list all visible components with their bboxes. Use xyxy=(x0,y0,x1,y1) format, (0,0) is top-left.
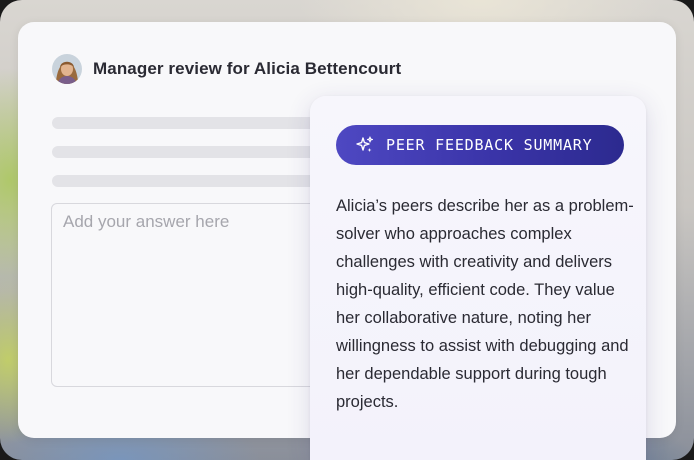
peer-feedback-summary-badge: PEER FEEDBACK SUMMARY xyxy=(336,125,624,165)
skeleton-line xyxy=(52,117,352,129)
skeleton-line xyxy=(52,146,352,158)
summary-text: Alicia’s peers describe her as a problem… xyxy=(336,197,634,411)
review-header: Manager review for Alicia Bettencourt xyxy=(52,54,401,84)
page-title: Manager review for Alicia Bettencourt xyxy=(93,59,402,78)
sparkle-icon xyxy=(356,136,374,154)
peer-feedback-summary-panel: PEER FEEDBACK SUMMARY Alicia’s peers des… xyxy=(310,96,646,460)
app-frame: Manager review for Alicia Bettencourt PE… xyxy=(0,0,694,460)
badge-label: PEER FEEDBACK SUMMARY xyxy=(386,136,593,154)
avatar-image xyxy=(52,54,82,84)
skeleton-line xyxy=(52,175,352,187)
answer-field[interactable] xyxy=(51,203,351,387)
avatar xyxy=(52,54,82,84)
